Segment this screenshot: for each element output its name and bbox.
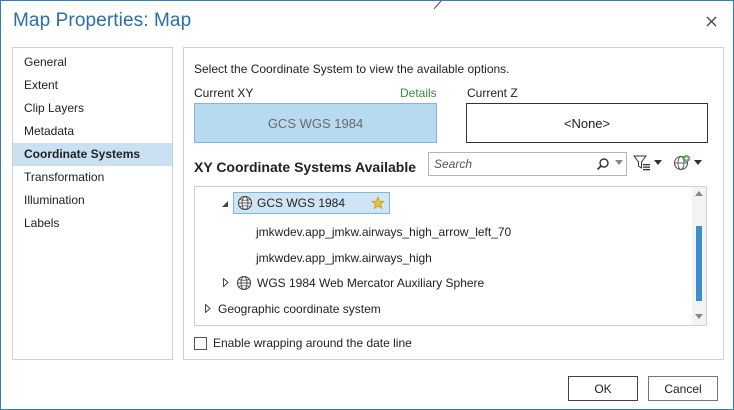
tree-item-label: jmkwdev.app_jmkw.airways_high [256,251,432,265]
globe-icon [237,195,253,211]
pin-icon[interactable] [371,196,385,210]
current-xy-label: Current XY [194,86,254,100]
current-z-label: Current Z [467,86,518,100]
tree-item-gcs-wgs-1984[interactable]: GCS WGS 1984 [233,192,391,214]
chevron-down-icon [654,160,662,165]
search-input[interactable] [429,153,589,175]
tree-item-geographic-coordinate-system[interactable]: Geographic coordinate system [218,298,381,320]
current-z-value: <None> [563,115,611,131]
cancel-button[interactable]: Cancel [648,376,718,401]
globe-add-icon [673,155,690,171]
sidebar-item-transformation[interactable]: Transformation [13,166,172,189]
close-icon [706,16,716,26]
sidebar-item-coordinate-systems[interactable]: Coordinate Systems [13,143,172,166]
scroll-up-icon[interactable] [695,191,703,196]
tree-item-label: WGS 1984 Web Mercator Auxiliary Sphere [257,276,485,290]
tree-item-wgs-1984-web-mercator[interactable]: WGS 1984 Web Mercator Auxiliary Sphere [236,272,484,294]
sidebar-item-metadata[interactable]: Metadata [13,120,172,143]
wrap-dateline-option: Enable wrapping around the date line [194,336,412,350]
sidebar-item-labels[interactable]: Labels [13,212,172,235]
wrap-dateline-label: Enable wrapping around the date line [213,336,412,350]
details-link[interactable]: Details [400,86,437,100]
close-button[interactable] [701,11,721,31]
search-box [428,152,627,176]
tree-item-label: Geographic coordinate system [218,302,381,316]
globe-icon [236,275,252,291]
sidebar-item-clip-layers[interactable]: Clip Layers [13,97,172,120]
tree-item-airways-high[interactable]: jmkwdev.app_jmkw.airways_high [256,247,432,269]
tree-scrollbar[interactable] [692,187,706,325]
sidebar-item-general[interactable]: General [13,51,172,74]
sidebar-item-extent[interactable]: Extent [13,74,172,97]
wrap-dateline-checkbox[interactable] [194,336,207,350]
chevron-down-icon[interactable] [615,160,623,166]
filter-button[interactable] [633,154,663,172]
dialog-title: Map Properties: Map [13,10,192,31]
coordinate-system-tree: GCS WGS 1984 jmkwdev.app_jmkw.airways_hi… [194,186,707,326]
add-coordinate-system-button[interactable] [673,154,703,172]
instruction-text: Select the Coordinate System to view the… [194,62,510,76]
search-icon[interactable] [596,157,610,171]
tree-item-label: GCS WGS 1984 [257,196,346,210]
expand-arrow-icon[interactable] [205,304,211,313]
background-map-line [433,1,442,9]
chevron-down-icon [694,160,702,165]
current-xy-box[interactable]: GCS WGS 1984 [194,103,437,143]
ok-button[interactable]: OK [568,376,638,401]
filter-icon [633,155,650,171]
expand-arrow-icon[interactable] [223,278,229,287]
available-systems-title: XY Coordinate Systems Available [194,159,417,175]
collapse-arrow-icon[interactable] [222,201,229,208]
scroll-thumb[interactable] [696,226,702,301]
tree-item-airways-high-arrow[interactable]: jmkwdev.app_jmkw.airways_high_arrow_left… [256,221,511,243]
tree-item-label: jmkwdev.app_jmkw.airways_high_arrow_left… [256,225,512,239]
sidebar-item-illumination[interactable]: Illumination [13,189,172,212]
coordinate-systems-panel: Select the Coordinate System to view the… [183,47,724,360]
sidebar: General Extent Clip Layers Metadata Coor… [12,47,173,360]
current-xy-value: GCS WGS 1984 [267,115,364,131]
current-z-box[interactable]: <None> [466,103,708,143]
scroll-down-icon[interactable] [695,314,703,319]
map-properties-dialog: Map Properties: Map General Extent Clip … [0,0,734,410]
